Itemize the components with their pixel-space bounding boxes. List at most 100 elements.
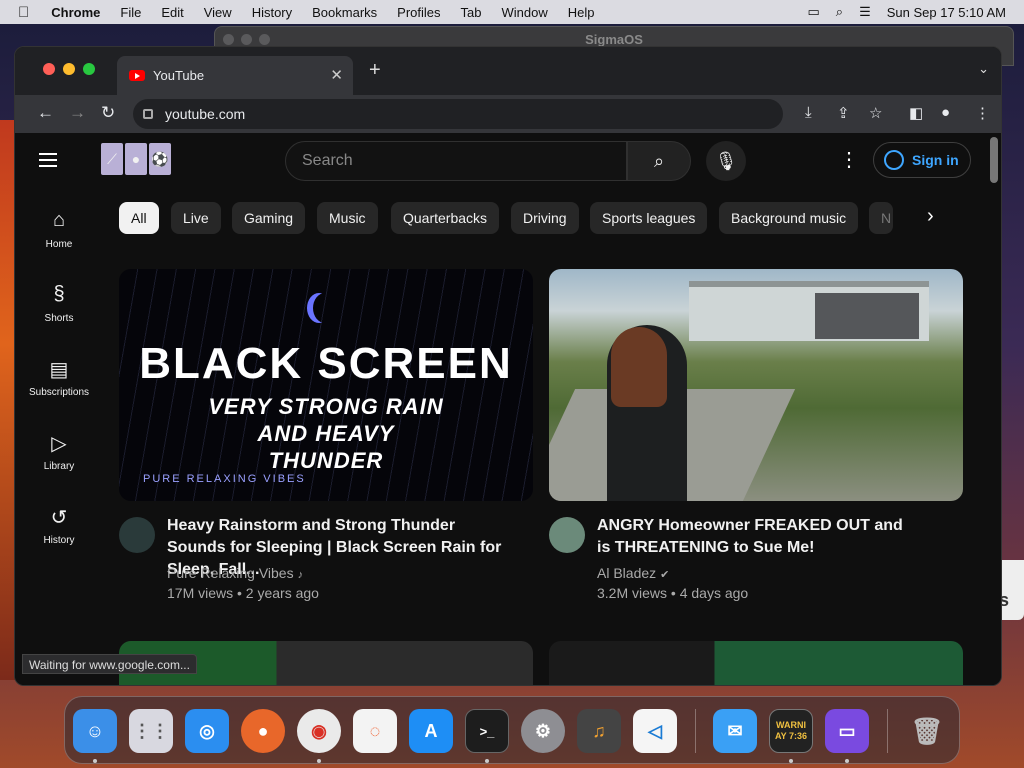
control-center-icon[interactable]: ☰ — [859, 4, 871, 20]
new-tab-button[interactable]: + — [369, 59, 381, 82]
menu-app-name[interactable]: Chrome — [51, 5, 100, 20]
guide-item-history[interactable]: ↺ History — [15, 505, 103, 546]
dock: ☺ ⋮⋮ ◎ ● ◉ ◌ A >_ ⚙ ♫ ◁ ✉ WARNI AY 7:36 … — [64, 696, 960, 764]
voice-search-button[interactable]: 🎙 — [706, 141, 746, 181]
app-store-icon[interactable]: A — [409, 709, 453, 753]
video-thumbnail-4[interactable] — [549, 641, 963, 685]
running-indicator — [317, 759, 321, 763]
address-bar[interactable]: youtube.com — [133, 99, 783, 129]
guide-item-home[interactable]: ⌂ Home — [15, 209, 103, 250]
settings-kebab-icon[interactable]: ⋮ — [839, 147, 859, 172]
chrome-menu-icon[interactable]: ⋮ — [975, 104, 990, 122]
chip-sports-leagues[interactable]: Sports leagues — [590, 202, 708, 234]
trash-icon[interactable]: 🗑 — [905, 709, 949, 753]
chip-driving[interactable]: Driving — [511, 202, 579, 234]
guide-item-library[interactable]: ▷ Library — [15, 431, 103, 472]
search-button[interactable]: ⌕ — [627, 141, 691, 181]
zoom-window-icon[interactable] — [83, 63, 95, 75]
thumb-headline: BLACK SCREEN — [139, 339, 513, 388]
chip-quarterbacks[interactable]: Quarterbacks — [391, 202, 500, 234]
settings-icon[interactable]: ⚙ — [521, 709, 565, 753]
launchpad-icon[interactable]: ⋮⋮ — [129, 709, 173, 753]
channel-logo[interactable]: ⟋ ● ⚽ — [101, 143, 171, 175]
channel-name[interactable]: Pure Relaxing Vibes — [167, 565, 294, 581]
library-icon: ▷ — [51, 433, 67, 455]
chevron-right-icon[interactable]: › — [927, 205, 934, 228]
profile-icon[interactable]: ● — [941, 104, 950, 121]
youtube-page: ⟋ ● ⚽ Search ⌕ 🎙 ⋮ Sign in ⌂ Home § Shor… — [15, 133, 1001, 685]
garageband-icon[interactable]: ♫ — [577, 709, 621, 753]
menu-view[interactable]: View — [204, 5, 232, 20]
chrome-icon[interactable]: ◉ — [297, 709, 341, 753]
search-input[interactable]: Search — [285, 141, 627, 181]
sign-in-label: Sign in — [912, 152, 959, 168]
video-title[interactable]: ANGRY Homeowner FREAKED OUT and is THREA… — [597, 515, 917, 559]
tab-youtube[interactable]: YouTube ✕ — [117, 56, 353, 95]
thumb-hair — [611, 327, 667, 407]
guide-item-subscriptions[interactable]: ▤ Subscriptions — [15, 357, 103, 398]
chip-music[interactable]: Music — [317, 202, 378, 234]
sign-in-button[interactable]: Sign in — [873, 142, 971, 178]
spotlight-icon[interactable]: ⌕ — [836, 4, 843, 20]
logo-tile-1: ⟋ — [101, 143, 123, 175]
lock-icon[interactable] — [143, 109, 153, 119]
back-icon[interactable]: ← — [37, 103, 54, 123]
user-circle-icon — [884, 150, 904, 170]
dock-separator — [887, 709, 888, 753]
close-tab-icon[interactable]: ✕ — [330, 66, 343, 84]
bookmark-star-icon[interactable]: ☆ — [869, 104, 882, 122]
chip-live[interactable]: Live — [171, 202, 221, 234]
guide-label-history: History — [43, 535, 75, 546]
menu-profiles[interactable]: Profiles — [397, 5, 440, 20]
shorts-icon: § — [53, 283, 65, 305]
running-indicator — [845, 759, 849, 763]
channel-avatar[interactable] — [119, 517, 155, 553]
menu-file[interactable]: File — [120, 5, 141, 20]
menu-edit[interactable]: Edit — [161, 5, 183, 20]
dock-separator — [695, 709, 696, 753]
close-window-icon[interactable] — [43, 63, 55, 75]
url-text[interactable]: youtube.com — [165, 106, 245, 122]
camo-icon[interactable]: ◌ — [353, 709, 397, 753]
guide-item-shorts[interactable]: § Shorts — [15, 283, 103, 324]
reload-icon[interactable]: ↻ — [101, 103, 115, 123]
search-icon: ⌕ — [653, 150, 665, 171]
forward-icon[interactable]: → — [69, 103, 86, 123]
guide-menu-icon[interactable] — [39, 153, 57, 167]
install-app-icon[interactable]: ⤓ — [805, 104, 812, 121]
chip-all[interactable]: All — [119, 202, 159, 234]
terminal-icon[interactable]: >_ — [465, 709, 509, 753]
menu-tab[interactable]: Tab — [461, 5, 482, 20]
vscode-icon[interactable]: ◁ — [633, 709, 677, 753]
status-bubble: Waiting for www.google.com... — [22, 654, 197, 674]
video-meta: 17M views • 2 years ago — [167, 585, 319, 601]
safari-icon[interactable]: ◎ — [185, 709, 229, 753]
video-thumbnail-2[interactable] — [549, 269, 963, 501]
page-scrollbar[interactable] — [990, 137, 998, 183]
mail-icon[interactable]: ✉ — [713, 709, 757, 753]
chip-gaming[interactable]: Gaming — [232, 202, 306, 234]
chip-truncated[interactable]: N — [869, 202, 893, 234]
menu-history[interactable]: History — [252, 5, 292, 20]
menu-help[interactable]: Help — [568, 5, 595, 20]
finder-icon[interactable]: ☺ — [73, 709, 117, 753]
channel-avatar[interactable] — [549, 517, 585, 553]
menu-clock[interactable]: Sun Sep 17 5:10 AM — [887, 5, 1006, 20]
thumb-garage-door — [815, 293, 919, 339]
browser-toolbar: ← → ↻ youtube.com ⤓ ⇪ ☆ ◧ ● ⋮ — [15, 95, 1001, 133]
menu-bookmarks[interactable]: Bookmarks — [312, 5, 377, 20]
guide-label-home: Home — [45, 239, 73, 250]
side-panel-icon[interactable]: ◧ — [909, 104, 923, 122]
menu-window[interactable]: Window — [502, 5, 548, 20]
screen-mirroring-icon[interactable]: ▭ — [808, 4, 820, 20]
simulator-icon[interactable]: ▭ — [825, 709, 869, 753]
channel-name[interactable]: Al Bladez — [597, 565, 656, 581]
firefox-icon[interactable]: ● — [241, 709, 285, 753]
apple-menu-icon[interactable]:  — [18, 4, 29, 21]
share-icon[interactable]: ⇪ — [837, 104, 850, 122]
chip-background-music[interactable]: Background music — [719, 202, 859, 234]
tab-search-chevron-icon[interactable]: ⌄ — [978, 61, 989, 77]
minimize-window-icon[interactable] — [63, 63, 75, 75]
console-icon[interactable]: WARNI AY 7:36 — [769, 709, 813, 753]
video-thumbnail-1[interactable]: BLACK SCREEN VERY STRONG RAIN AND HEAVY … — [119, 269, 533, 501]
